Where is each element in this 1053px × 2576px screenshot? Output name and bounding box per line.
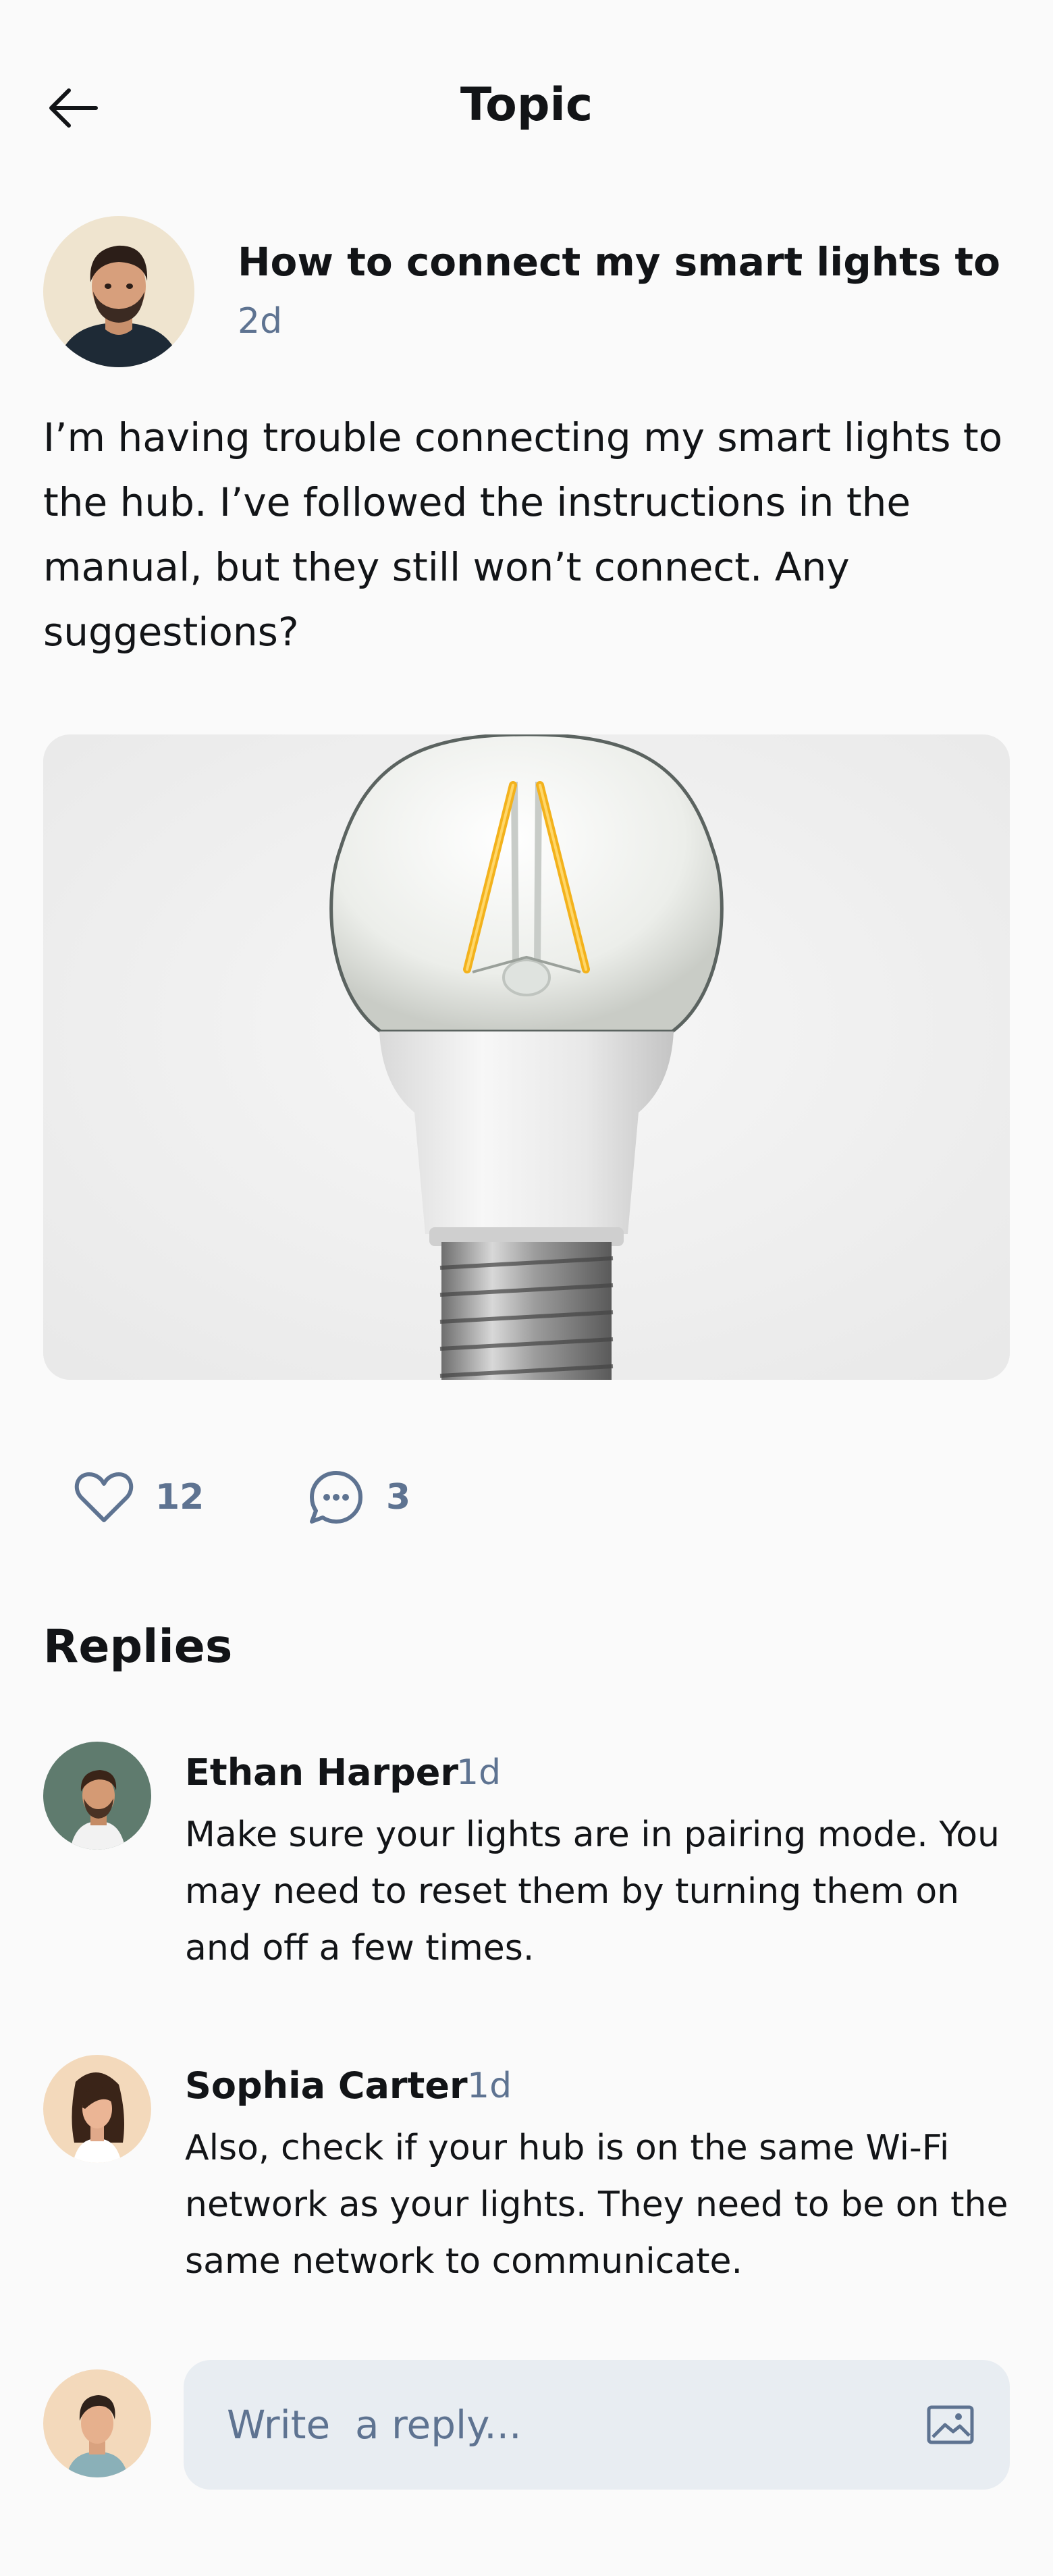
replies-heading: Replies xyxy=(43,1620,233,1673)
avatar[interactable] xyxy=(43,1742,151,1850)
like-button[interactable]: 12 xyxy=(74,1469,204,1526)
reply-text: Also, check if your hub is on the same W… xyxy=(185,2128,1008,2282)
current-user-avatar[interactable] xyxy=(43,2369,151,2477)
post-title[interactable]: How to connect my smart lights to xyxy=(238,239,1034,285)
reply-composer xyxy=(184,2360,1010,2490)
avatar[interactable] xyxy=(43,2055,151,2163)
top-bar: Topic xyxy=(0,0,1053,216)
like-count: 12 xyxy=(155,1477,205,1518)
chat-bubble-icon xyxy=(310,1471,362,1524)
topic-page: Topic How to connect my smart lights to … xyxy=(0,0,1053,2576)
image-icon xyxy=(927,2405,974,2444)
reply-text: Make sure your lights are in pairing mod… xyxy=(185,1815,1000,1968)
post-body: I’m having trouble connecting my smart l… xyxy=(43,414,1003,655)
post-timestamp: 2d xyxy=(238,301,283,342)
post-image[interactable] xyxy=(43,734,1010,1380)
reply-author-name[interactable]: Ethan Harper xyxy=(185,1751,458,1794)
reply-timestamp: 1d xyxy=(456,1752,502,1793)
reply-timestamp: 1d xyxy=(467,2066,512,2106)
reply-input[interactable] xyxy=(227,2360,875,2490)
heart-icon xyxy=(74,1472,134,1522)
comment-count: 3 xyxy=(386,1477,411,1518)
page-title: Topic xyxy=(460,78,593,132)
post-author-avatar[interactable] xyxy=(43,216,194,367)
comment-button[interactable]: 3 xyxy=(308,1469,410,1526)
reply-author-name[interactable]: Sophia Carter xyxy=(185,2064,468,2107)
attach-image-button[interactable] xyxy=(923,2398,977,2452)
